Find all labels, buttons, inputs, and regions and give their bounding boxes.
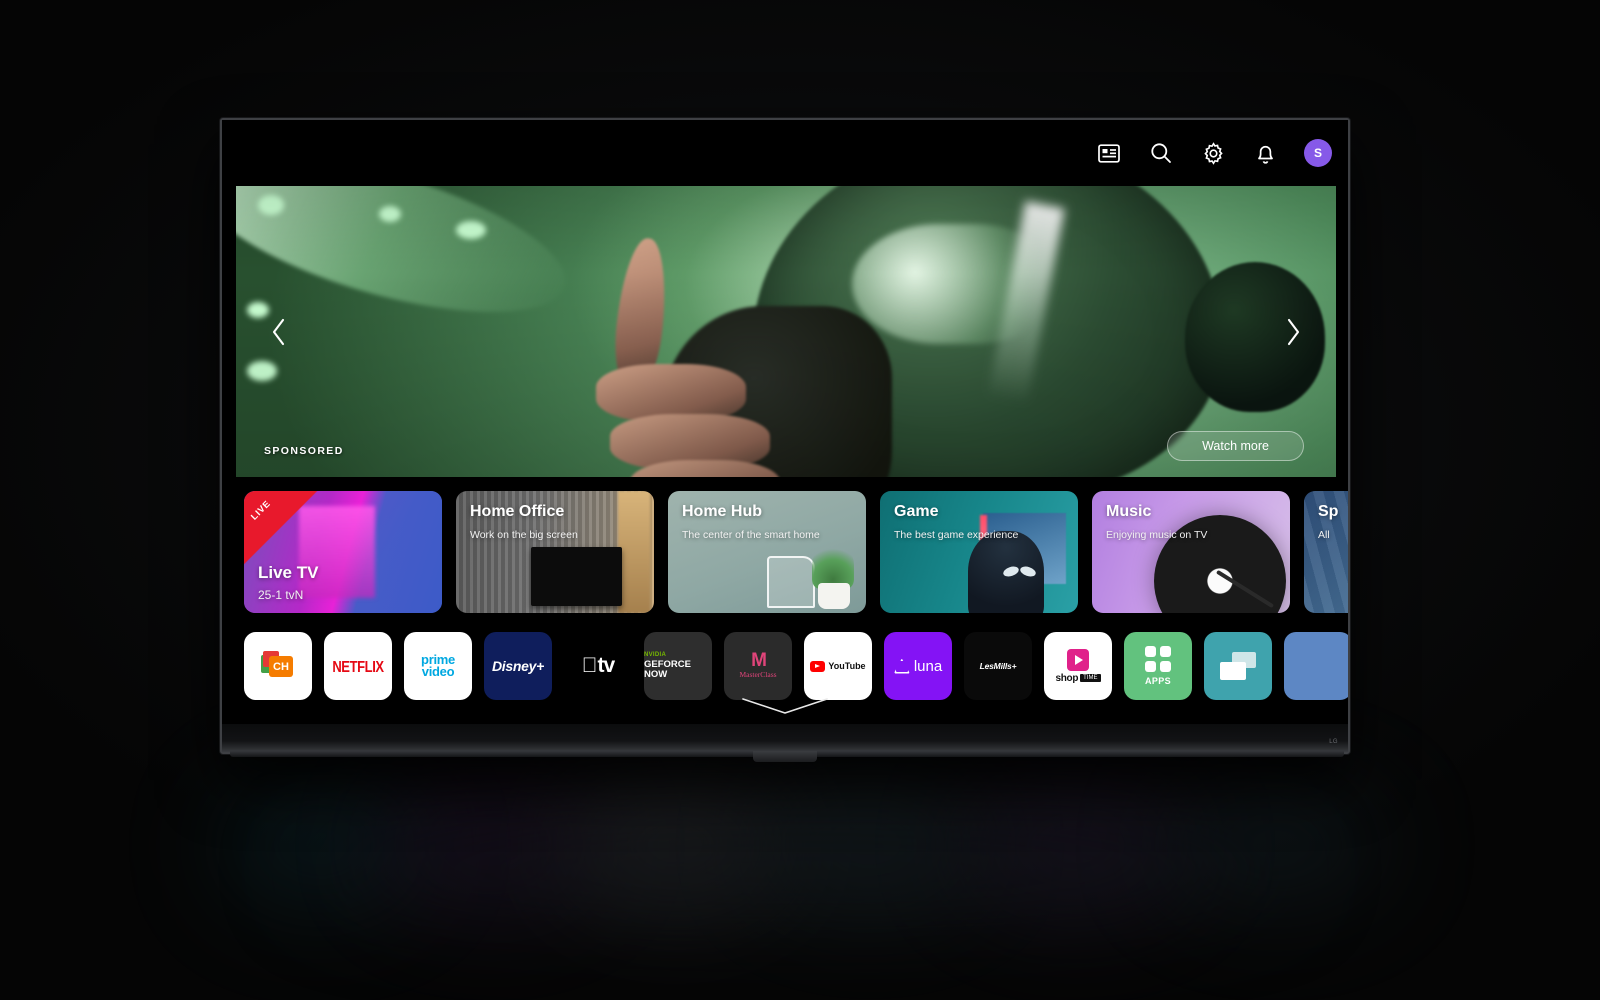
app-label: APPS [1144, 676, 1172, 686]
app-label: NVIDIA GEFORCE NOW [644, 652, 712, 679]
expand-chevron-down-icon[interactable] [737, 694, 833, 718]
youtube-icon: YouTube [810, 660, 866, 672]
ambient-glow [215, 775, 425, 915]
hero-next-arrow-icon[interactable] [1276, 315, 1310, 349]
masterclass-icon: M [751, 649, 767, 671]
tv-stand-foot [753, 751, 817, 762]
brand-mark: LG [1329, 739, 1338, 745]
card-subtitle: All [1318, 529, 1330, 541]
card-music[interactable]: Music Enjoying music on TV [1092, 491, 1290, 613]
card-game[interactable]: Game The best game experience [880, 491, 1078, 613]
card-title: Sp [1318, 503, 1339, 520]
live-badge-label: LIVE [248, 498, 273, 522]
bell-icon[interactable] [1252, 140, 1278, 166]
card-subtitle: 25-1 tvN [258, 588, 304, 602]
app-apple-tv[interactable]: tv [564, 632, 632, 700]
ambient-glow [560, 778, 790, 913]
ambient-glow [1160, 780, 1390, 910]
app-label-text: GEFORCE NOW [644, 658, 691, 680]
card-art-accent [618, 491, 651, 613]
app-label: Disney+ [492, 658, 544, 674]
tv-screen: S SPONSORED Watch more LIVE Live TV 25-1… [222, 120, 1348, 724]
television-set: S SPONSORED Watch more LIVE Live TV 25-1… [220, 118, 1350, 762]
apple-logo-icon: tv [582, 654, 616, 678]
card-title: Home Office [470, 503, 565, 520]
card-home-hub[interactable]: Home Hub The center of the smart home [668, 491, 866, 613]
app-badge: TIME [1080, 674, 1101, 682]
hero-scrim [236, 186, 1336, 477]
ambient-glow [300, 810, 1300, 930]
app-blue-tile[interactable] [1284, 632, 1348, 700]
app-disney-plus[interactable]: Disney+ [484, 632, 552, 700]
app-masterclass[interactable]: M MasterClass [724, 632, 792, 700]
card-live-tv[interactable]: LIVE Live TV 25-1 tvN [244, 491, 442, 613]
app-youtube[interactable]: YouTube [804, 632, 872, 700]
screen-share-icon [1220, 652, 1256, 680]
quick-cards-row: LIVE Live TV 25-1 tvN Home Office Work o… [222, 491, 1348, 623]
grid-icon [1144, 646, 1171, 672]
app-netflix[interactable]: NETFLIX [324, 632, 392, 700]
tv-bottom-bezel: LG [222, 724, 1348, 752]
app-label: luna [913, 657, 943, 675]
app-screen-share[interactable] [1204, 632, 1272, 700]
hero-banner[interactable]: SPONSORED Watch more [236, 186, 1336, 477]
app-label: MasterClass [739, 670, 777, 680]
avatar[interactable]: S [1304, 139, 1332, 167]
search-icon[interactable] [1148, 140, 1174, 166]
shop-icon [1067, 648, 1089, 671]
gear-icon[interactable] [1200, 140, 1226, 166]
ambient-glow [960, 778, 1190, 913]
app-shop-time[interactable]: shop TIME [1044, 632, 1112, 700]
card-art-accent [818, 583, 851, 610]
app-label: YouTube [828, 661, 866, 671]
card-subtitle: The center of the smart home [682, 529, 820, 541]
card-title: Live TV [258, 563, 319, 582]
app-label: NETFLIX [332, 657, 384, 675]
app-label: shop [1055, 672, 1079, 684]
top-bar: S [222, 120, 1348, 186]
card-home-office[interactable]: Home Office Work on the big screen [456, 491, 654, 613]
app-channels[interactable]: CH [244, 632, 312, 700]
app-luna[interactable]: luna [884, 632, 952, 700]
ambient-room: S SPONSORED Watch more LIVE Live TV 25-1… [0, 0, 1600, 1000]
app-label: prime video [421, 652, 455, 679]
hero-prev-arrow-icon[interactable] [262, 315, 296, 349]
app-lesmills[interactable]: LesMills+ [964, 632, 1032, 700]
guide-icon[interactable] [1096, 140, 1122, 166]
sponsored-label: SPONSORED [264, 445, 344, 457]
app-label: tv [589, 654, 616, 677]
luna-icon [894, 659, 910, 674]
ambient-glow [380, 780, 600, 910]
card-title: Game [894, 503, 939, 520]
avatar-initial: S [1313, 146, 1322, 160]
app-prime-video[interactable]: prime video [404, 632, 472, 700]
card-sports[interactable]: Sp All [1304, 491, 1348, 613]
live-badge: LIVE [244, 491, 318, 565]
card-subtitle: Enjoying music on TV [1106, 529, 1208, 541]
card-title: Home Hub [682, 503, 762, 520]
app-all-apps[interactable]: APPS [1124, 632, 1192, 700]
app-label: LesMills+ [979, 661, 1017, 671]
app-geforce-now[interactable]: NVIDIA GEFORCE NOW [644, 632, 712, 700]
card-title: Music [1106, 503, 1152, 520]
card-subtitle: Work on the big screen [470, 529, 578, 541]
card-art-accent [766, 556, 815, 609]
card-art-accent [531, 547, 623, 606]
channels-icon: CH [261, 651, 295, 681]
ambient-glow [760, 782, 980, 907]
watch-more-button[interactable]: Watch more [1167, 431, 1304, 461]
card-subtitle: The best game experience [894, 529, 1019, 541]
app-label: CH [269, 656, 293, 677]
card-art-accent [812, 540, 855, 589]
